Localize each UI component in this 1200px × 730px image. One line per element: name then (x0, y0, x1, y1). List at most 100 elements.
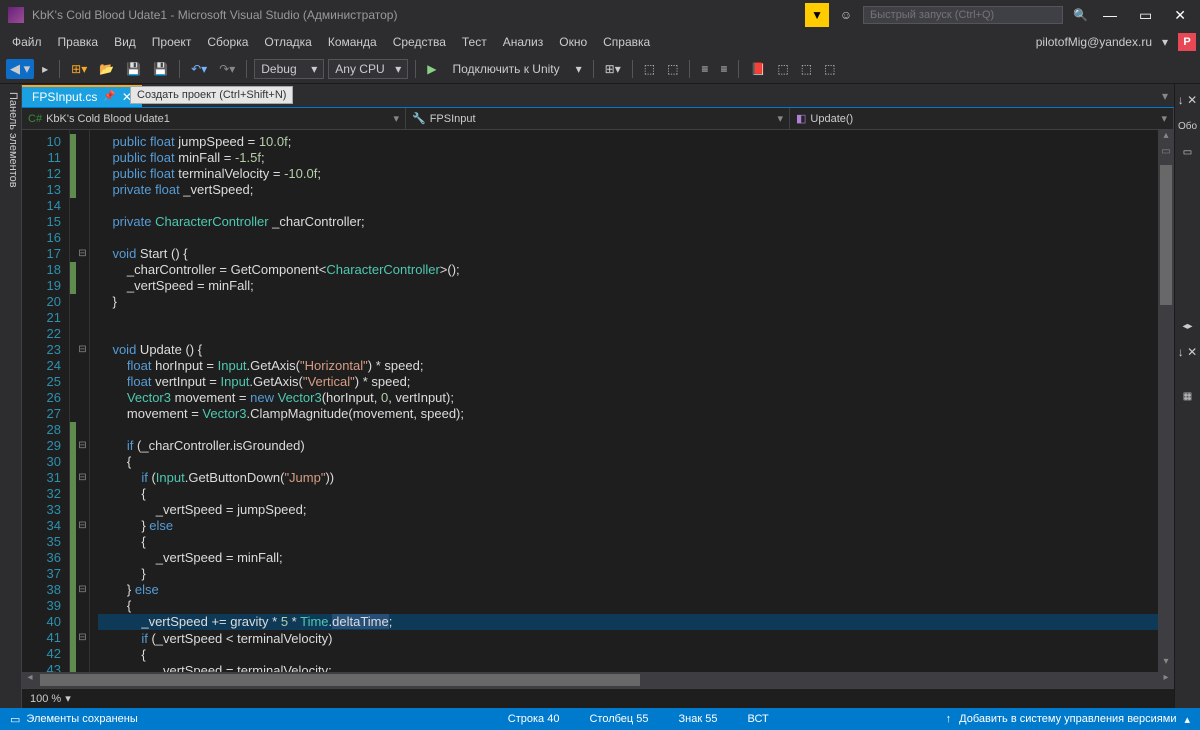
toolbox-panel-tab[interactable]: Панель элементов (0, 84, 22, 708)
toolbar-icon-6[interactable]: ⬚ (820, 60, 839, 78)
class-dropdown[interactable]: 🔧 FPSInput ▾ (406, 108, 790, 129)
attach-dropdown-icon[interactable]: ▾ (572, 60, 586, 78)
close-button[interactable]: ✕ (1168, 7, 1192, 24)
solution-explorer-tab[interactable]: Обо (1175, 114, 1200, 138)
scroll-up-icon[interactable]: ▴ (1158, 130, 1174, 146)
vertical-scrollbar[interactable]: ▴ ▭ ▾ (1158, 130, 1174, 672)
panel-icon-1[interactable]: ▭ (1175, 140, 1200, 164)
account-email: pilotofMig@yandex.ru (1036, 35, 1152, 49)
search-icon[interactable]: 🔍 (1073, 8, 1087, 22)
scroll-down-icon[interactable]: ▾ (1158, 656, 1174, 672)
title-bar: KbK's Cold Blood Udate1 - Microsoft Visu… (0, 0, 1200, 30)
status-bar: ▭ Элементы сохранены Строка 40 Столбец 5… (0, 708, 1200, 730)
fold-gutter[interactable]: ⊟⊟⊟⊟⊟⊟⊟ (76, 130, 90, 672)
undo-icon[interactable]: ↶▾ (187, 60, 211, 78)
tab-pin-icon[interactable]: 📌 (103, 91, 115, 102)
account-badge[interactable]: P (1178, 33, 1196, 51)
maximize-button[interactable]: ▭ (1133, 7, 1158, 24)
scroll-right-icon[interactable]: ▸ (1158, 672, 1174, 688)
code-editor[interactable]: 1011121314151617181920212223242526272829… (22, 130, 1174, 672)
menu-файл[interactable]: Файл (4, 32, 50, 52)
source-control-link[interactable]: Добавить в систему управления версиями (959, 713, 1176, 725)
horizontal-scrollbar[interactable]: ◂ ▸ (22, 672, 1174, 688)
indent-icon[interactable]: ≡ (716, 60, 731, 78)
nav-forward-button[interactable]: ▸ (38, 60, 52, 78)
save-status-icon: ▭ (10, 713, 20, 726)
menu-отладка[interactable]: Отладка (256, 32, 319, 52)
menu-вид[interactable]: Вид (106, 32, 144, 52)
account-area[interactable]: pilotofMig@yandex.ru ▾ P (1036, 33, 1196, 51)
redo-icon[interactable]: ↷▾ (215, 60, 239, 78)
play-icon[interactable]: ▶ (423, 60, 440, 78)
file-tab[interactable]: FPSInput.cs 📌 ✕ (22, 85, 142, 107)
menu-проект[interactable]: Проект (144, 32, 200, 52)
class-icon: 🔧 (412, 112, 426, 125)
config-dropdown[interactable]: Debug▾ (254, 59, 324, 79)
zoom-level[interactable]: 100 % (30, 693, 61, 705)
menu-items: ФайлПравкаВидПроектСборкаОтладкаКомандаС… (4, 32, 658, 52)
zoom-bar: 100 % ▾ (22, 688, 1174, 708)
menu-команда[interactable]: Команда (320, 32, 385, 52)
scroll-thumb-h[interactable] (40, 674, 640, 686)
notification-flag-icon[interactable]: ▼ (805, 3, 829, 27)
menu-средства[interactable]: Средства (385, 32, 454, 52)
tab-overflow-icon[interactable]: ▾ (1156, 89, 1174, 103)
main-toolbar: ◀ ▾ ▸ ⊞▾ 📂 💾 💾 ↶▾ ↷▾ Debug▾ Any CPU▾ ▶ П… (0, 54, 1200, 84)
nav-back-button[interactable]: ◀ ▾ (6, 59, 34, 79)
toolbar-icon-4[interactable]: ⬚ (773, 60, 792, 78)
chevron-down-icon: ▾ (777, 112, 783, 125)
code-content[interactable]: public float jumpSpeed = 10.0f; public f… (90, 130, 1158, 672)
quick-launch-input[interactable] (863, 6, 1063, 24)
toolbar-icon-1[interactable]: ⊞▾ (601, 60, 625, 78)
vs-logo-icon (8, 7, 24, 23)
new-project-icon[interactable]: ⊞▾ (67, 60, 91, 78)
scroll-left-icon[interactable]: ◂ (22, 672, 38, 688)
split-icon[interactable]: ▭ (1158, 146, 1174, 160)
minimize-button[interactable]: — (1097, 7, 1123, 23)
menu-правка[interactable]: Правка (50, 32, 107, 52)
menu-bar: ФайлПравкаВидПроектСборкаОтладкаКомандаС… (0, 30, 1200, 54)
status-line: 40 (547, 713, 559, 725)
right-panel-tabs: ↓ ✕ Обо ▭ ◂▸ ↓ ✕ ▦ (1174, 84, 1200, 708)
menu-справка[interactable]: Справка (595, 32, 658, 52)
csharp-icon: C# (28, 113, 42, 125)
save-icon[interactable]: 💾 (122, 60, 145, 78)
toolbar-icon-2[interactable]: ⬚ (640, 60, 659, 78)
panel-close-icon-2[interactable]: ↓ ✕ (1175, 340, 1200, 364)
save-status-text: Элементы сохранены (26, 713, 137, 725)
feedback-icon[interactable]: ☺ (839, 8, 853, 22)
tooltip: Создать проект (Ctrl+Shift+N) (130, 86, 293, 104)
menu-тест[interactable]: Тест (454, 32, 495, 52)
open-file-icon[interactable]: 📂 (95, 60, 118, 78)
method-icon: ◧ (796, 112, 806, 125)
scroll-thumb[interactable] (1160, 165, 1172, 305)
window-title: KbK's Cold Blood Udate1 - Microsoft Visu… (32, 8, 805, 22)
nav-bar: C# KbK's Cold Blood Udate1 ▾ 🔧 FPSInput … (22, 108, 1174, 130)
chevron-up-icon[interactable]: ▴ (1184, 713, 1190, 726)
bookmark-icon[interactable]: 📕 (746, 60, 769, 78)
line-number-gutter: 1011121314151617181920212223242526272829… (22, 130, 70, 672)
menu-анализ[interactable]: Анализ (495, 32, 552, 52)
menu-сборка[interactable]: Сборка (199, 32, 256, 52)
attach-unity-button[interactable]: Подключить к Unity (445, 60, 568, 78)
panel-close-icon[interactable]: ↓ ✕ (1175, 88, 1200, 112)
editor-tabs: FPSInput.cs 📌 ✕ Создать проект (Ctrl+Shi… (22, 84, 1174, 108)
project-dropdown[interactable]: C# KbK's Cold Blood Udate1 ▾ (22, 108, 406, 129)
outdent-icon[interactable]: ≡ (697, 60, 712, 78)
publish-icon[interactable]: ↑ (946, 713, 952, 725)
member-dropdown[interactable]: ◧ Update() ▾ (790, 108, 1174, 129)
chevron-down-icon: ▾ (1161, 112, 1167, 125)
platform-dropdown[interactable]: Any CPU▾ (328, 59, 408, 79)
panel-icon-3[interactable]: ▦ (1175, 384, 1200, 408)
save-all-icon[interactable]: 💾 (149, 60, 172, 78)
toolbar-icon-5[interactable]: ⬚ (797, 60, 816, 78)
toolbar-icon-3[interactable]: ⬚ (663, 60, 682, 78)
chevron-down-icon[interactable]: ▾ (1158, 35, 1172, 49)
chevron-down-icon: ▾ (393, 112, 399, 125)
insert-mode[interactable]: ВСТ (748, 713, 769, 725)
status-char: 55 (705, 713, 717, 725)
tab-filename: FPSInput.cs (32, 90, 97, 104)
menu-окно[interactable]: Окно (551, 32, 595, 52)
zoom-dropdown-icon[interactable]: ▾ (65, 692, 71, 705)
panel-icon-2[interactable]: ◂▸ (1175, 314, 1200, 338)
